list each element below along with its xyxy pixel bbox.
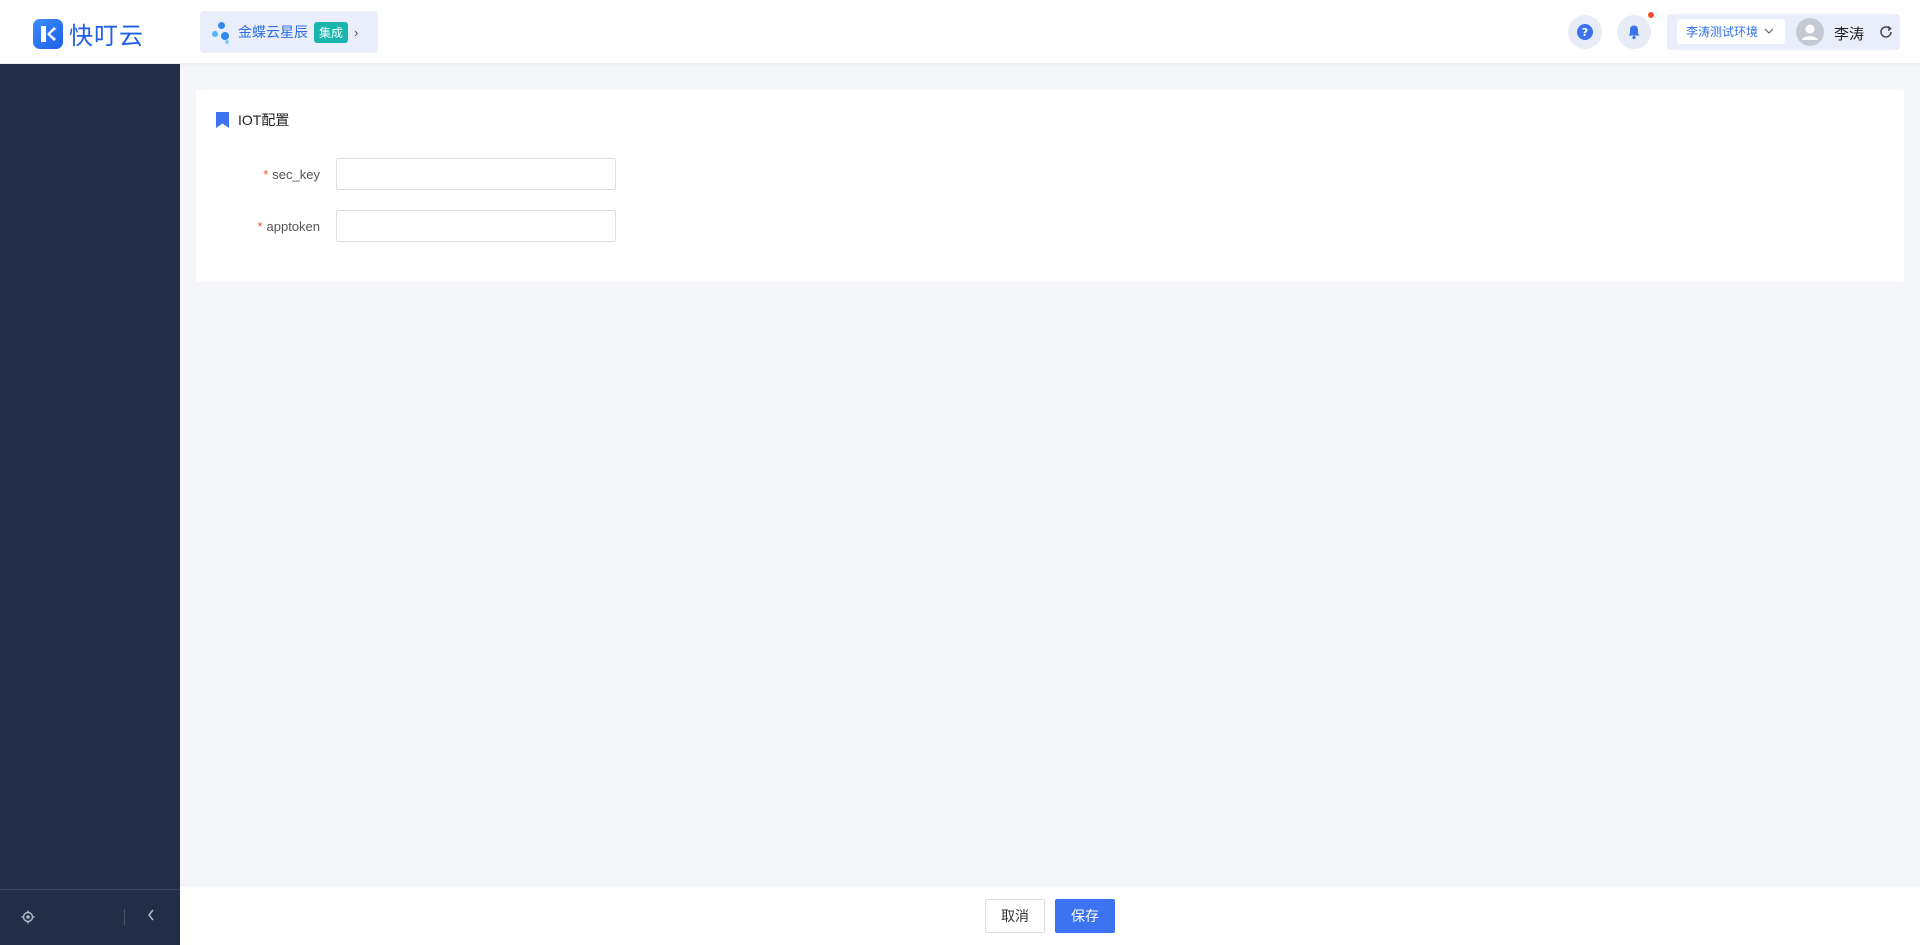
sec-key-label: * sec_key — [196, 167, 320, 182]
refresh-icon[interactable] — [1878, 24, 1894, 45]
notifications-button[interactable] — [1617, 15, 1651, 49]
footer-divider — [124, 909, 125, 925]
help-icon: ? — [1577, 24, 1593, 40]
app-logo[interactable]: 快叮云 — [33, 16, 144, 51]
bell-icon — [1628, 25, 1640, 40]
help-button[interactable]: ? — [1568, 15, 1602, 49]
sec-key-label-text: sec_key — [272, 166, 320, 182]
required-mark: * — [263, 166, 269, 182]
apptoken-input[interactable] — [336, 210, 616, 242]
user-name: 李涛 — [1834, 26, 1865, 43]
integration-tag: 集成 — [314, 21, 349, 43]
notification-dot — [1648, 12, 1654, 18]
logo-text: 快叮云 — [69, 22, 144, 50]
top-header: 快叮云 金蝶云星辰 集成 › ? 李涛测试环境 李涛 — [0, 0, 1920, 64]
required-mark: * — [257, 218, 263, 234]
logo-icon — [33, 18, 63, 49]
card-title: IOT配置 — [216, 110, 289, 130]
save-button[interactable]: 保存 — [1055, 899, 1115, 933]
apptoken-label-text: apptoken — [266, 218, 321, 234]
card-title-text: IOT配置 — [238, 112, 290, 128]
app-switcher[interactable]: 金蝶云星辰 集成 › — [200, 11, 378, 53]
collapse-sidebar-icon[interactable] — [146, 908, 156, 925]
chevron-down-icon — [1764, 25, 1774, 39]
app-dots-icon — [212, 20, 234, 44]
sidebar-footer — [0, 889, 180, 945]
environment-label: 李涛测试环境 — [1686, 25, 1759, 39]
environment-select[interactable]: 李涛测试环境 — [1677, 19, 1785, 44]
svg-text:?: ? — [1582, 26, 1588, 39]
bookmark-icon — [216, 112, 229, 128]
apptoken-label: * apptoken — [196, 219, 320, 234]
app-name: 金蝶云星辰 — [238, 24, 308, 40]
form-row-apptoken: * apptoken — [196, 210, 616, 242]
sidebar — [0, 64, 180, 945]
form-row-sec-key: * sec_key — [196, 158, 616, 190]
user-panel: 李涛测试环境 李涛 — [1667, 14, 1900, 50]
iot-config-card: IOT配置 * sec_key * apptoken — [196, 90, 1904, 282]
settings-icon[interactable] — [21, 910, 35, 929]
cancel-button[interactable]: 取消 — [985, 899, 1045, 933]
sec-key-input[interactable] — [336, 158, 616, 190]
action-bar: 取消 保存 — [180, 885, 1920, 945]
avatar[interactable] — [1796, 18, 1824, 46]
chevron-right-icon: › — [354, 24, 359, 40]
